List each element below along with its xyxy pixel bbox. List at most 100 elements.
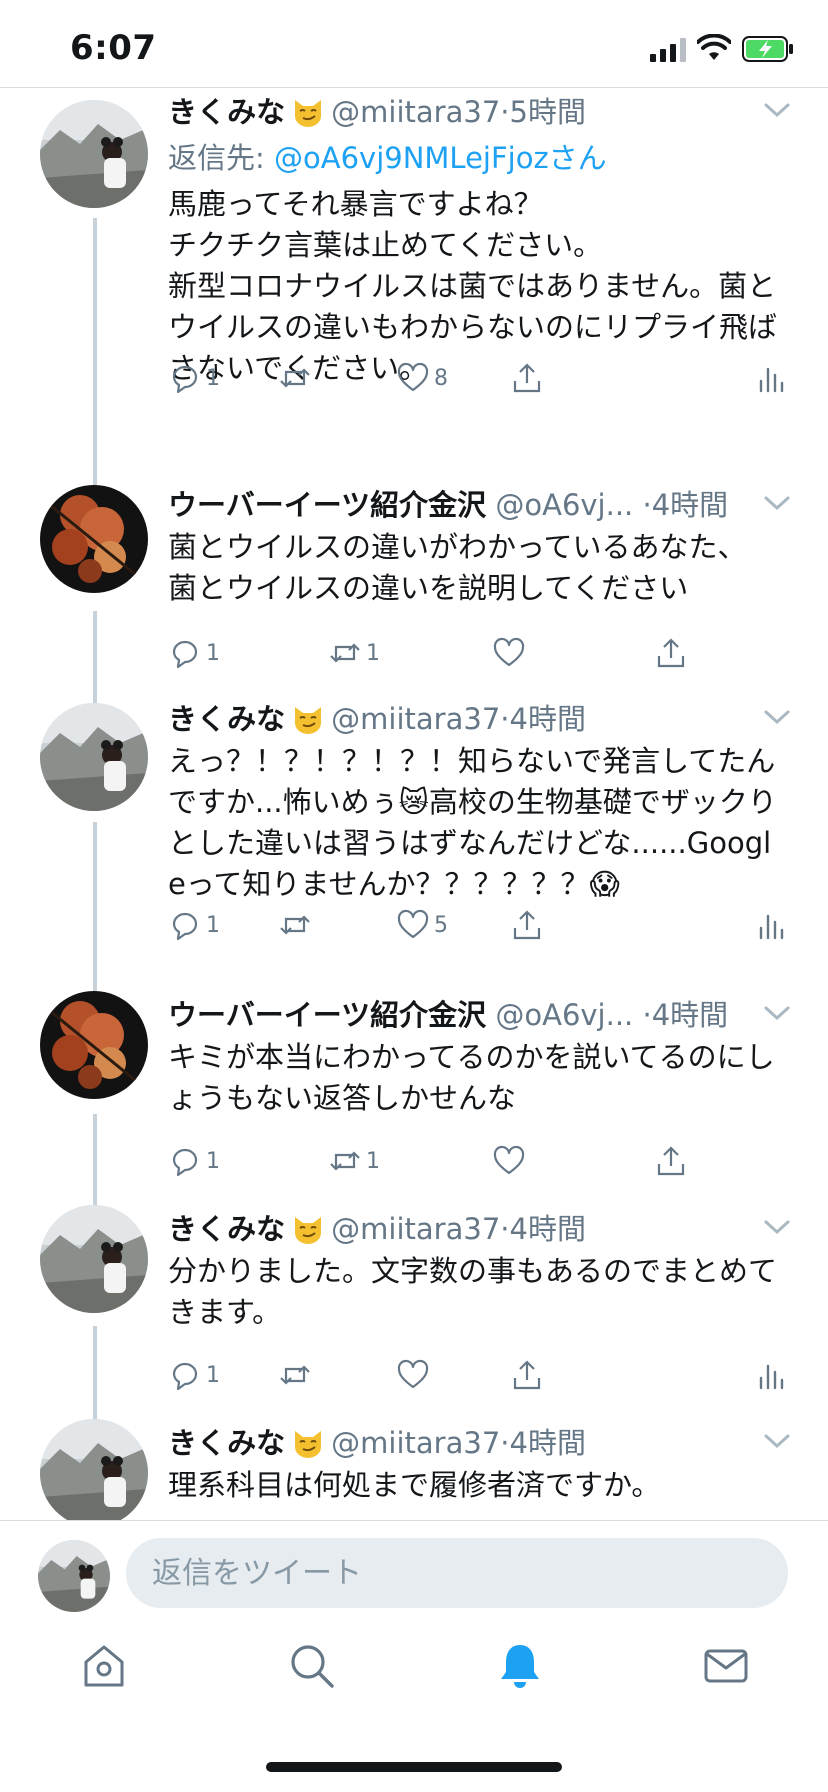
reply-icon: [172, 1362, 198, 1391]
timestamp[interactable]: 4時間: [510, 702, 586, 736]
timestamp[interactable]: 5時間: [510, 95, 586, 129]
tweet-actions: 1 1: [168, 1141, 788, 1181]
retweet-button[interactable]: [278, 358, 316, 398]
chevron-down-icon[interactable]: [762, 1217, 792, 1237]
tweet[interactable]: きくみな @miitara37·5時間 返信先: @oA6vj9NMLejFjoz…: [0, 88, 828, 478]
tweet-header: きくみな @miitara37·4時間: [168, 1426, 586, 1460]
retweet-icon: [280, 368, 310, 388]
display-name[interactable]: きくみな: [168, 95, 285, 129]
display-name[interactable]: きくみな: [168, 1426, 285, 1460]
reply-mention-link[interactable]: @oA6vj9NMLejFjozさん: [274, 141, 607, 175]
avatar-kikumina[interactable]: [40, 1205, 148, 1313]
wifi-icon: [697, 34, 731, 60]
chevron-down-icon[interactable]: [762, 1003, 792, 1023]
heart-icon: [397, 362, 429, 392]
chevron-down-icon[interactable]: [762, 1431, 792, 1451]
share-button[interactable]: [510, 1355, 544, 1395]
reply-icon: [172, 1148, 198, 1177]
display-name[interactable]: ウーバーイーツ紹介金沢: [168, 488, 486, 522]
display-name[interactable]: ウーバーイーツ紹介金沢: [168, 998, 486, 1032]
analytics-icon: [759, 1364, 784, 1390]
share-button[interactable]: [654, 633, 688, 673]
tweet-text: 理系科目は何処まで履修者済ですか。: [168, 1468, 661, 1502]
share-icon: [657, 638, 685, 668]
like-button[interactable]: [492, 633, 530, 673]
handle[interactable]: @miitara37: [331, 1426, 500, 1460]
messages-icon[interactable]: [700, 1640, 752, 1692]
home-icon[interactable]: [78, 1640, 130, 1692]
reply-button[interactable]: 1: [168, 1355, 220, 1395]
timestamp[interactable]: 4時間: [652, 998, 728, 1032]
cell-signal-icon: [650, 38, 686, 62]
retweet-icon: [330, 1151, 360, 1171]
reply-bar-divider: [0, 1520, 828, 1521]
handle[interactable]: @miitara37: [331, 702, 500, 736]
tweet[interactable]: きくみな @miitara37·4時間 理系科目は何処まで履修者済ですか。: [0, 1419, 828, 1520]
reply-icon: [172, 640, 198, 669]
share-button[interactable]: [510, 905, 544, 945]
display-name[interactable]: きくみな: [168, 1212, 285, 1246]
search-icon[interactable]: [286, 1640, 338, 1692]
avatar-uber-eats-kanazawa[interactable]: [40, 991, 148, 1099]
display-name[interactable]: きくみな: [168, 702, 285, 736]
tab-bar: [0, 1630, 828, 1720]
heart-icon: [397, 909, 429, 939]
status-time: 6:07: [70, 28, 157, 68]
avatar-kikumina[interactable]: [40, 703, 148, 811]
timestamp[interactable]: 4時間: [510, 1212, 586, 1246]
timestamp[interactable]: 4時間: [510, 1426, 586, 1460]
reply-tweet-input[interactable]: [126, 1538, 788, 1608]
notifications-icon[interactable]: [494, 1640, 546, 1692]
tweet-text: キミが本当にわかってるのかを説いてるのにしょうもない返答しかせんな: [168, 1040, 775, 1115]
reply-button[interactable]: 1: [168, 633, 220, 673]
tweet[interactable]: ウーバーイーツ紹介金沢 @oA6vj... ·4時間 菌とウイルスの違いがわかっ…: [0, 481, 828, 669]
tweet[interactable]: ウーバーイーツ紹介金沢 @oA6vj... ·4時間 キミが本当にわかってるのか…: [0, 991, 828, 1177]
reply-button[interactable]: 1: [168, 358, 220, 398]
analytics-icon: [759, 367, 784, 393]
chevron-down-icon[interactable]: [762, 707, 792, 727]
retweet-icon: [330, 643, 360, 663]
my-avatar[interactable]: [38, 1540, 110, 1612]
reply-icon: [172, 912, 198, 941]
retweet-icon: [280, 1365, 310, 1385]
analytics-button[interactable]: [754, 905, 788, 945]
share-button[interactable]: [654, 1141, 688, 1181]
retweet-button[interactable]: 1: [328, 633, 380, 673]
smirking-cat-emoji: [295, 1431, 322, 1458]
analytics-button[interactable]: [754, 1355, 788, 1395]
like-button[interactable]: 5: [396, 905, 448, 945]
tweet-thread[interactable]: きくみな @miitara37·5時間 返信先: @oA6vj9NMLejFjoz…: [0, 88, 828, 1520]
share-icon: [657, 1146, 685, 1176]
analytics-button[interactable]: [754, 358, 788, 398]
heart-icon: [493, 637, 525, 667]
handle[interactable]: @oA6vj...: [495, 488, 633, 522]
tweet[interactable]: きくみな @miitara37·4時間 えっ？！？！？！？！知らないで発言してたん…: [0, 695, 828, 955]
retweet-button[interactable]: [278, 1355, 316, 1395]
retweet-button[interactable]: 1: [328, 1141, 380, 1181]
tweet-header: きくみな @miitara37·4時間: [168, 1212, 586, 1246]
share-icon: [513, 363, 541, 393]
chevron-down-icon[interactable]: [762, 493, 792, 513]
avatar-kikumina[interactable]: [40, 100, 148, 208]
analytics-icon: [759, 914, 784, 940]
retweet-button[interactable]: [278, 905, 316, 945]
like-button[interactable]: 8: [396, 358, 448, 398]
chevron-down-icon[interactable]: [762, 100, 792, 120]
tweet[interactable]: きくみな @miitara37·4時間 分かりました。文字数の事もあるのでまとめて…: [0, 1205, 828, 1391]
like-button[interactable]: [396, 1355, 434, 1395]
reply-button[interactable]: 1: [168, 1141, 220, 1181]
tweet-header: きくみな @miitara37·4時間: [168, 702, 586, 736]
heart-icon: [397, 1359, 429, 1389]
replying-to: 返信先: @oA6vj9NMLejFjozさん: [168, 141, 607, 175]
share-button[interactable]: [510, 358, 544, 398]
timestamp[interactable]: 4時間: [652, 488, 728, 522]
share-icon: [513, 1360, 541, 1390]
reply-button[interactable]: 1: [168, 905, 220, 945]
home-indicator[interactable]: [266, 1762, 562, 1772]
handle[interactable]: @miitara37: [331, 1212, 500, 1246]
avatar-uber-eats-kanazawa[interactable]: [40, 485, 148, 593]
handle[interactable]: @miitara37: [331, 95, 500, 129]
handle[interactable]: @oA6vj...: [495, 998, 633, 1032]
like-button[interactable]: [492, 1141, 530, 1181]
avatar-kikumina[interactable]: [40, 1419, 148, 1520]
